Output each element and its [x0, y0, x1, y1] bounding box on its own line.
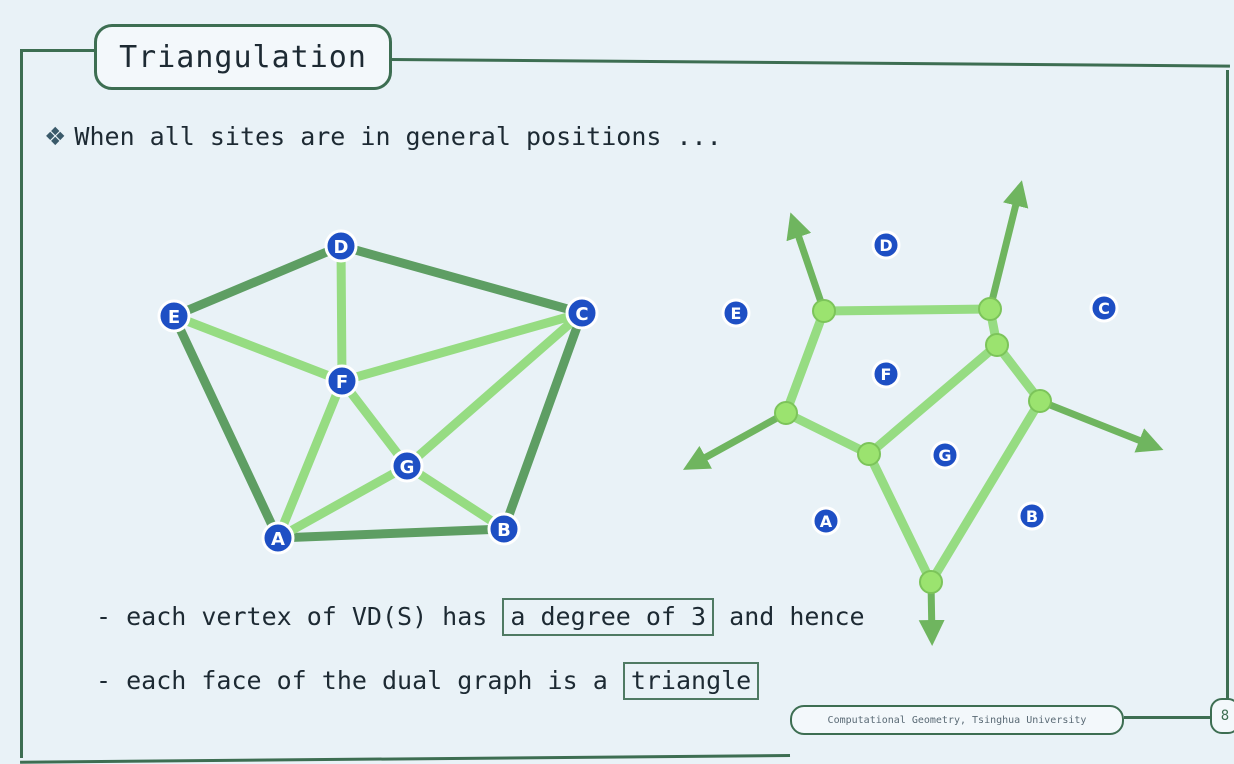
ray-up-right [986, 180, 1029, 313]
statement-vertex-degree: - each vertex of VD(S) has a degree of 3… [96, 598, 865, 636]
triangle-highlight: triangle [622, 662, 760, 700]
page-number: 8 [1210, 698, 1234, 734]
edge-a-b [273, 524, 509, 543]
voronoi-vertex [985, 333, 1009, 357]
voronoi-vertex [857, 442, 881, 466]
voronoi-sites: A B C D E F G [721, 230, 1119, 536]
slide: Triangulation ❖ When all sites are in gen… [0, 0, 1234, 764]
edge-d-f [336, 241, 347, 386]
ray-up-left [786, 212, 828, 315]
vsite-b: B [1017, 501, 1047, 531]
voronoi-vertex [1028, 389, 1052, 413]
voronoi-vertex [774, 401, 798, 425]
vsite-e: E [721, 298, 751, 328]
vsite-g: G [930, 440, 960, 470]
vedge-8 [926, 396, 1045, 587]
line1-suffix: and hence [729, 602, 865, 631]
line2-prefix: - each face of the dual graph is a [96, 666, 608, 695]
vedge-7 [864, 449, 936, 587]
vsite-f: F [871, 359, 901, 389]
vedge-1 [819, 304, 995, 316]
svg-text:F: F [336, 372, 348, 393]
hull-edges [169, 241, 587, 543]
svg-text:E: E [731, 304, 742, 323]
ray-right [1036, 397, 1164, 453]
voronoi-vertex [978, 297, 1002, 321]
voronoi-diagram: A B C D E F G [682, 180, 1164, 646]
svg-text:A: A [820, 512, 833, 531]
site-c: C [565, 296, 599, 330]
vedge-6 [781, 408, 874, 459]
svg-text:D: D [879, 236, 892, 255]
svg-text:B: B [1026, 507, 1038, 526]
ray-left [682, 409, 790, 470]
footer-label: Computational Geometry, Tsinghua Univers… [790, 705, 1124, 735]
svg-text:D: D [334, 237, 349, 258]
triangulation-sites: A B C D E F G [157, 229, 599, 555]
svg-text:B: B [497, 520, 511, 541]
statement-face-triangle: - each face of the dual graph is a trian… [96, 662, 760, 700]
site-f: F [325, 364, 359, 398]
svg-text:E: E [168, 307, 180, 328]
edge-d-c [336, 241, 587, 318]
svg-text:F: F [881, 365, 892, 384]
voronoi-vertex [812, 299, 836, 323]
diagram: A B C D E F G A B C D E F G [157, 180, 1164, 646]
site-g: G [390, 449, 424, 483]
svg-text:G: G [938, 446, 951, 465]
site-e: E [157, 299, 191, 333]
vsite-d: D [871, 230, 901, 260]
edge-g-b [402, 461, 509, 534]
svg-text:C: C [1098, 299, 1110, 318]
vsite-c: C [1089, 293, 1119, 323]
svg-text:C: C [575, 304, 588, 325]
vsite-a: A [811, 506, 841, 536]
degree-highlight: a degree of 3 [502, 598, 715, 636]
line1-prefix: - each vertex of VD(S) has [96, 602, 488, 631]
triangulation-graph: A B C D E F G [157, 229, 599, 555]
edge-f-a [273, 376, 347, 543]
site-d: D [324, 229, 358, 263]
svg-text:G: G [400, 457, 415, 478]
vedge-2 [781, 306, 829, 418]
svg-text:A: A [271, 529, 285, 550]
site-b: B [487, 512, 521, 546]
site-a: A [261, 521, 295, 555]
edge-e-d [169, 241, 346, 321]
voronoi-vertex [919, 570, 943, 594]
